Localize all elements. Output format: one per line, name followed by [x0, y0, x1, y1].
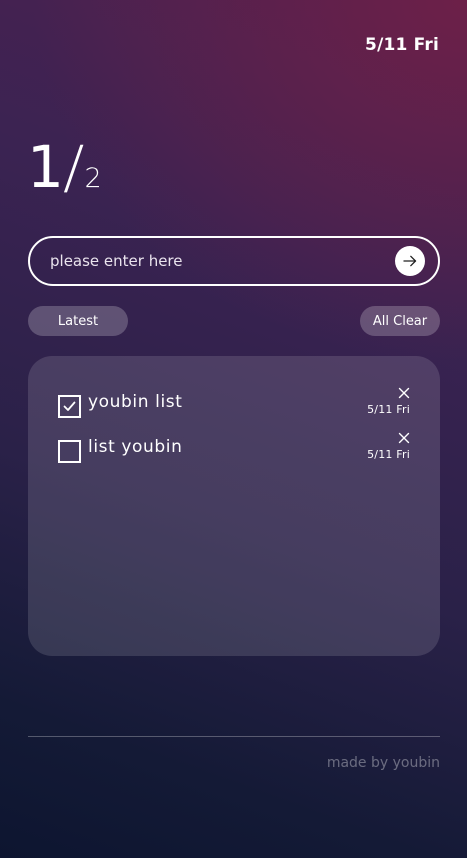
todo-input-form [28, 236, 440, 286]
todo-text: list youbin [88, 437, 183, 457]
counter-total: 2 [84, 163, 102, 194]
todo-counter: 1 / 2 [27, 128, 102, 201]
check-icon [63, 401, 76, 411]
todo-list-card: youbin list 5/11 Fri list youbin 5/11 Fr… [28, 356, 440, 656]
footer-divider [28, 736, 440, 737]
header-date: 5/11 Fri [365, 35, 439, 55]
todo-checkbox-checked[interactable] [58, 395, 81, 418]
todo-item: list youbin 5/11 Fri [58, 431, 410, 471]
close-icon[interactable] [398, 387, 410, 399]
footer-credit: made by youbin [326, 755, 440, 771]
todo-checkbox-unchecked[interactable] [58, 440, 81, 463]
todo-item: youbin list 5/11 Fri [58, 386, 410, 426]
todo-input[interactable] [30, 251, 395, 271]
todo-date: 5/11 Fri [367, 448, 410, 461]
sort-latest-button[interactable]: Latest [28, 306, 128, 336]
counter-separator: / [62, 133, 85, 201]
arrow-right-icon [403, 255, 417, 267]
all-clear-button[interactable]: All Clear [360, 306, 440, 336]
submit-button[interactable] [395, 246, 425, 276]
todo-date: 5/11 Fri [367, 403, 410, 416]
close-icon[interactable] [398, 432, 410, 444]
counter-done: 1 [27, 133, 64, 201]
todo-text: youbin list [88, 392, 183, 412]
